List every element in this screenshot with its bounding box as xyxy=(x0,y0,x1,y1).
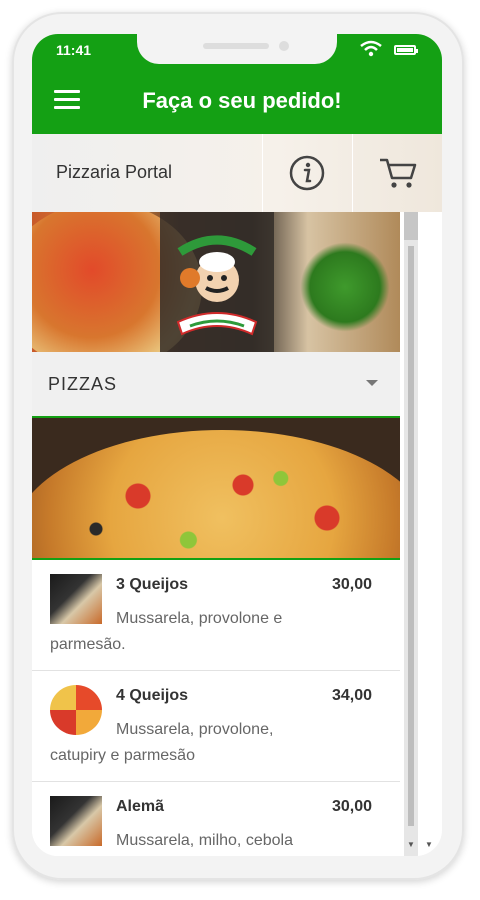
item-description: Mussarela, milho, cebola xyxy=(116,832,293,849)
item-name: Alemã xyxy=(116,798,165,815)
item-price: 30,00 xyxy=(332,798,373,815)
item-name: 3 Queijos xyxy=(116,576,189,593)
app-bar: Faça o seu pedido! xyxy=(32,70,442,134)
chevron-down-icon xyxy=(366,380,378,386)
item-name: 4 Queijos xyxy=(116,687,189,704)
wifi-icon xyxy=(360,40,382,57)
status-bar: 11:41 xyxy=(32,34,442,70)
scroll-down-arrow-icon[interactable]: ▼ xyxy=(404,840,418,856)
page-title: Faça o seu pedido! xyxy=(142,88,342,113)
item-price: 30,00 xyxy=(332,576,373,593)
category-image xyxy=(32,416,400,560)
app-screen: 11:41 Faça o seu pedido! Pizzaria Portal xyxy=(32,34,442,856)
list-item[interactable]: Alemã 30,00 Mussarela, milho, cebola xyxy=(32,782,400,856)
item-description: Mussarela, provolone, catupiry e parmesã… xyxy=(50,721,274,764)
status-time: 11:41 xyxy=(56,42,92,58)
store-header: Pizzaria Portal xyxy=(32,134,442,212)
item-price: 34,00 xyxy=(332,687,373,704)
category-pizzas-header[interactable]: PIZZAS xyxy=(32,352,400,416)
battery-icon xyxy=(394,45,418,55)
divider xyxy=(352,134,353,212)
category-label: PIZZAS xyxy=(48,374,118,394)
speaker xyxy=(203,43,269,49)
item-description: Mussarela, provolone e parmesão. xyxy=(50,610,283,653)
store-banner-image xyxy=(32,212,400,352)
pizza-photo xyxy=(32,430,400,558)
scroll-thumb[interactable] xyxy=(404,212,418,240)
notch xyxy=(137,34,337,64)
list-item[interactable]: 4 Queijos 34,00 Mussarela, provolone, ca… xyxy=(32,671,400,782)
basil-leaves xyxy=(300,242,390,332)
divider xyxy=(262,134,263,212)
hamburger-menu-icon[interactable] xyxy=(54,90,80,112)
list-item[interactable]: 3 Queijos 30,00 Mussarela, provolone e p… xyxy=(32,560,400,671)
cart-icon[interactable] xyxy=(378,154,418,190)
menu-list: 3 Queijos 30,00 Mussarela, provolone e p… xyxy=(32,560,400,856)
scrollbar[interactable] xyxy=(404,212,418,856)
scroll-down-arrow-icon[interactable]: ▼ xyxy=(422,840,436,856)
camera xyxy=(279,41,289,51)
store-name: Pizzaria Portal xyxy=(56,162,173,182)
info-icon[interactable] xyxy=(288,154,326,192)
scroll-track[interactable] xyxy=(408,246,414,826)
pizzeria-logo xyxy=(176,235,258,336)
